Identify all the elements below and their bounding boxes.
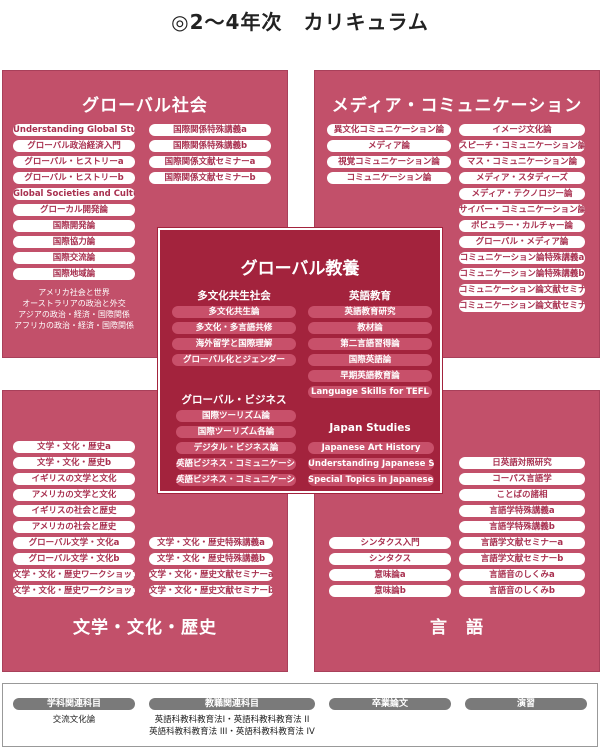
center-course-item: 早期英語教育論 (308, 370, 432, 382)
course-item: メディア・スタディーズ (459, 172, 585, 184)
course-item: メディア論 (327, 140, 451, 152)
business-heading: グローバル・ビジネス (181, 394, 287, 406)
course-item: 言語学文献セミナーb (459, 553, 585, 565)
page-title: ◎2～4年次 カリキュラム (171, 10, 429, 34)
course-item: 文学・文化・歴史b (13, 457, 135, 469)
teaching-subjects-line1: 英語科教科教育法Ⅰ・英語科教科教育法 II (154, 715, 310, 725)
related-subjects-heading: 学科関連科目 (13, 698, 135, 710)
course-item: メディア・テクノロジー論 (459, 188, 585, 200)
course-item: 国際関係特殊講義b (149, 140, 271, 152)
center-course-item: Japanese Art History (308, 442, 434, 454)
center-course-item: 教材論 (308, 322, 432, 334)
course-item: 国際関係特殊講義a (149, 124, 271, 136)
center-course-item: 海外留学と国際理解 (172, 338, 296, 350)
course-item: 国際関係文献セミナーb (149, 172, 271, 184)
course-item: 言語学特殊講義a (459, 505, 585, 517)
course-item: 国際協力論 (13, 236, 135, 248)
center-course-item: Special Topics in Japanese Studies (308, 474, 434, 486)
course-item: コーパス言語学 (459, 473, 585, 485)
course-item: ポピュラー・カルチャー論 (459, 220, 585, 232)
related-subjects-text: 交流文化論 (52, 715, 96, 725)
course-note: アジアの政治・経済・国際関係 (18, 310, 130, 319)
course-item: Global Societies and Cultures (13, 188, 135, 200)
course-note: アメリカ社会と世界 (38, 288, 110, 297)
course-item: コミュニケーション論 (327, 172, 451, 184)
course-item: 言語学文献セミナーa (459, 537, 585, 549)
course-note: オーストラリアの政治と外交 (22, 299, 126, 308)
center-course-item: 国際ツーリズム論 (176, 410, 296, 422)
language-title: 言 語 (430, 618, 484, 638)
teaching-subjects-line2: 英語科教科教育法 III・英語科教科教育法 IV (149, 727, 315, 737)
japan-heading: Japan Studies (329, 422, 411, 434)
course-item: 文学・文化・歴史特殊講義a (149, 537, 273, 549)
global-society-title: グローバル社会 (82, 96, 208, 116)
center-course-item: Language Skills for TEFL (308, 386, 432, 398)
center-course-item: グローバル化とジェンダー (172, 354, 296, 366)
course-item: コミュニケーション論特殊講義a (459, 252, 585, 264)
course-item: グローカル開発論 (13, 204, 135, 216)
course-item: 意味論b (329, 585, 451, 597)
center-course-item: 英語ビジネス・コミュニケーション (176, 458, 296, 470)
course-item: マス・コミュニケーション論 (459, 156, 585, 168)
course-item: アメリカの社会と歴史 (13, 521, 135, 533)
course-item: イギリスの文学と文化 (13, 473, 135, 485)
course-item: ことばの諸相 (459, 489, 585, 501)
center-course-item: 英語ビジネス・コミュニケーション実務 (176, 474, 296, 486)
english-edu-heading: 英語教育 (349, 290, 391, 302)
course-item: スピーチ・コミュニケーション論 (459, 140, 585, 152)
teaching-subjects-heading: 教職関連科目 (149, 698, 315, 710)
course-item: イメージ文化論 (459, 124, 585, 136)
bottom-legend: 学科関連科目 交流文化論 教職関連科目 英語科教科教育法Ⅰ・英語科教科教育法 I… (2, 683, 598, 747)
course-item: 言語音のしくみa (459, 569, 585, 581)
course-item: グローバル・ヒストリーa (13, 156, 135, 168)
course-item: グローバル・メディア論 (459, 236, 585, 248)
center-title: グローバル教養 (240, 259, 360, 279)
center-course-item: 国際英語論 (308, 354, 432, 366)
course-item: 文学・文化・歴史特殊講義b (149, 553, 273, 565)
course-item: グローバル政治経済入門 (13, 140, 135, 152)
course-item: 言語音のしくみb (459, 585, 585, 597)
course-item: 国際交流論 (13, 252, 135, 264)
seminar-heading: 演習 (465, 698, 587, 710)
course-item: 文学・文化・歴史ワークショップa (13, 569, 135, 581)
literature-title: 文学・文化・歴史 (73, 618, 217, 638)
thesis-heading: 卒業論文 (329, 698, 451, 710)
course-item: Understanding Global Studies (13, 124, 135, 136)
course-item: シンタクス入門 (329, 537, 451, 549)
course-item: 文学・文化・歴史a (13, 441, 135, 453)
center-course-item: 英語教育研究 (308, 306, 432, 318)
course-item: コミュニケーション論文献セミナーb (459, 300, 585, 312)
course-item: 異文化コミュニケーション論 (327, 124, 451, 136)
course-item: 日英語対照研究 (459, 457, 585, 469)
course-item: 文学・文化・歴史文献セミナーb (149, 585, 273, 597)
course-item: アメリカの文学と文化 (13, 489, 135, 501)
course-note: アフリカの政治・経済・国際関係 (14, 321, 134, 330)
course-item: イギリスの社会と歴史 (13, 505, 135, 517)
course-item: コミュニケーション論文献セミナーa (459, 284, 585, 296)
media-title: メディア・コミュニケーション (331, 96, 583, 116)
center-course-item: 第二言語習得論 (308, 338, 432, 350)
course-item: シンタクス (329, 553, 451, 565)
course-item: 意味論a (329, 569, 451, 581)
course-item: 国際地域論 (13, 268, 135, 280)
center-course-item: Understanding Japanese Society (308, 458, 434, 470)
course-item: 国際関係文献セミナーa (149, 156, 271, 168)
course-item: 文学・文化・歴史文献セミナーa (149, 569, 273, 581)
center-course-item: 国際ツーリズム各論 (176, 426, 296, 438)
course-item: グローバル文学・文化a (13, 537, 135, 549)
course-item: グローバル文学・文化b (13, 553, 135, 565)
center-course-item: デジタル・ビジネス論 (176, 442, 296, 454)
course-item: 国際開発論 (13, 220, 135, 232)
course-item: コミュニケーション論特殊講義b (459, 268, 585, 280)
center-course-item: 多文化共生論 (172, 306, 296, 318)
center-course-item: 多文化・多言語共修 (172, 322, 296, 334)
course-item: グローバル・ヒストリーb (13, 172, 135, 184)
global-liberal-arts-panel: グローバル教養 多文化共生社会 英語教育 グローバル・ビジネス Japan St… (158, 228, 442, 493)
course-item: 視覚コミュニケーション論 (327, 156, 451, 168)
multicultural-heading: 多文化共生社会 (197, 290, 271, 302)
course-item: 文学・文化・歴史ワークショップb (13, 585, 135, 597)
course-item: 言語学特殊講義b (459, 521, 585, 533)
course-item: サイバー・コミュニケーション論 (459, 204, 585, 216)
